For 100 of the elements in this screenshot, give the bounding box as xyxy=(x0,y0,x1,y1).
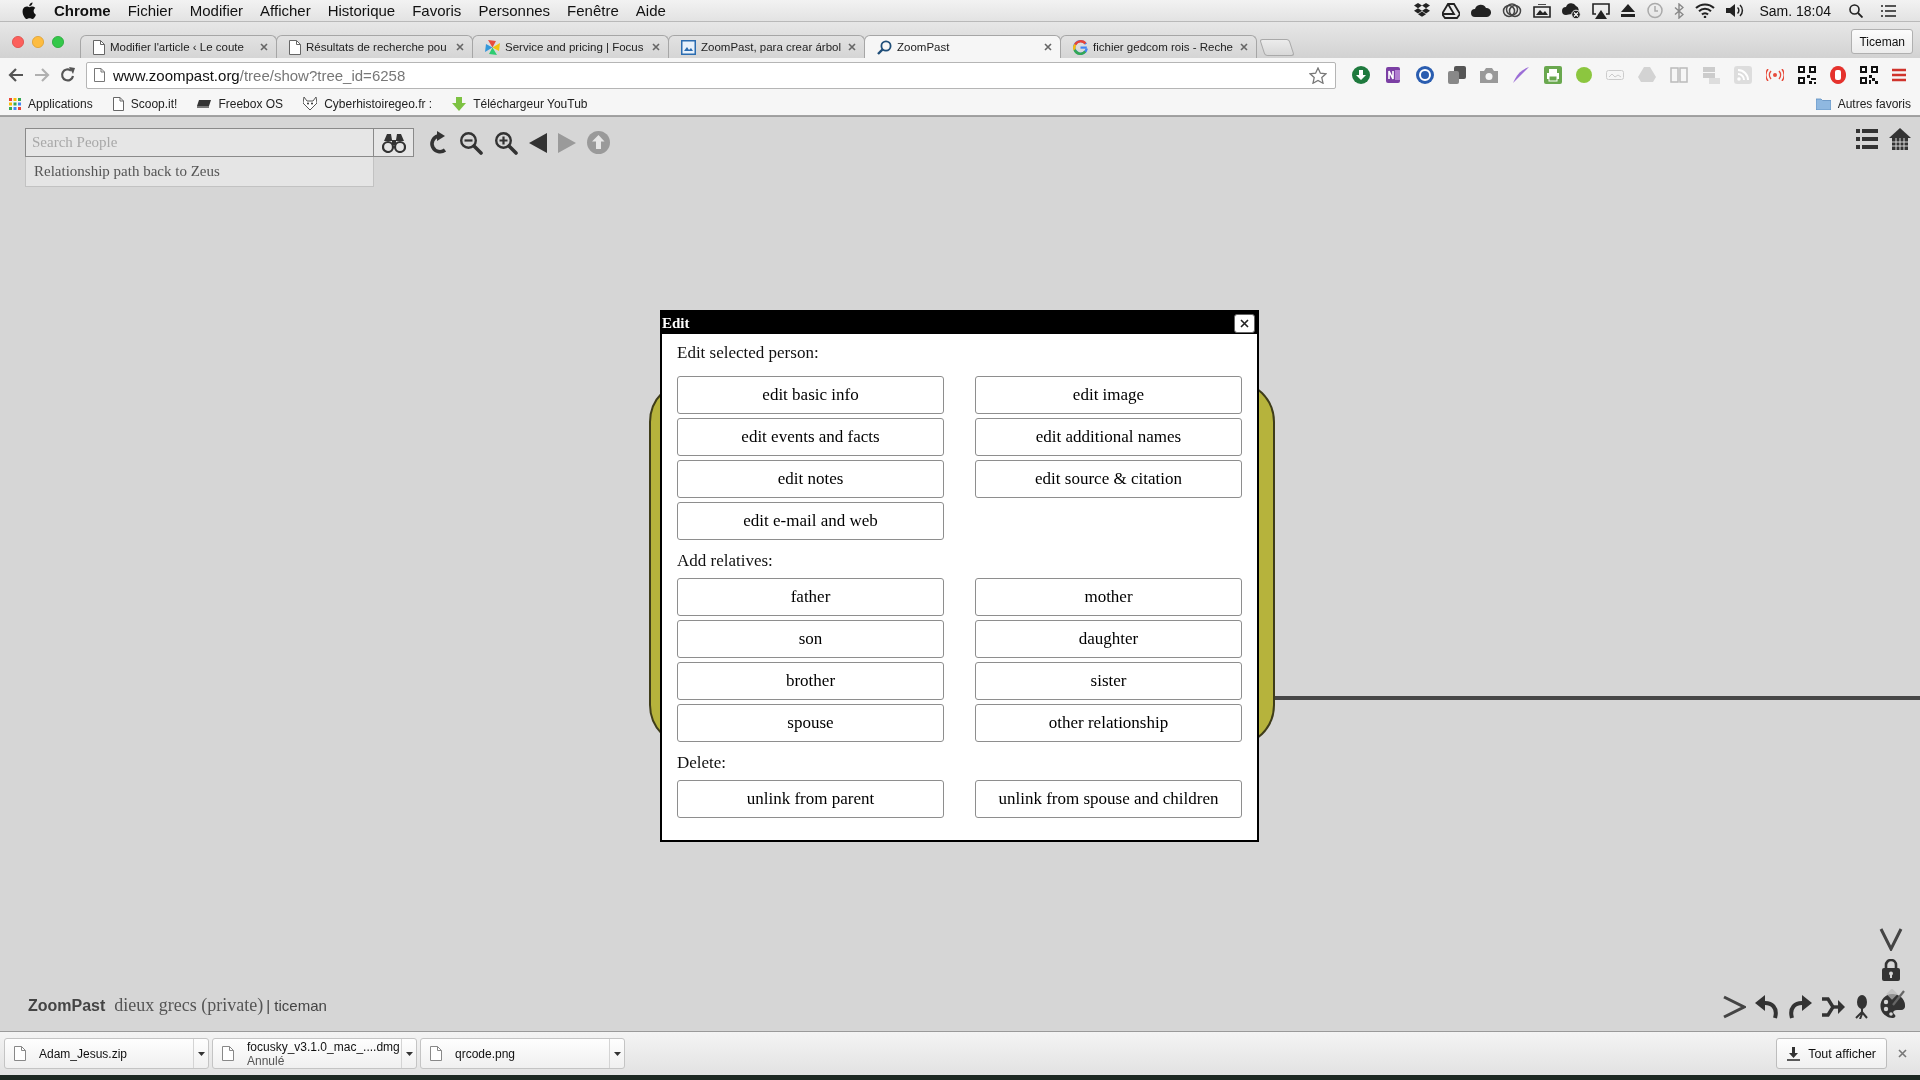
action-button[interactable]: other relationship xyxy=(975,704,1242,742)
reload-icon[interactable] xyxy=(60,67,76,83)
action-button[interactable]: edit notes xyxy=(677,460,944,498)
section-heading: Edit selected person: xyxy=(677,342,820,364)
search-button[interactable] xyxy=(374,128,414,157)
file-icon xyxy=(430,1046,442,1061)
action-button[interactable]: unlink from parent xyxy=(677,780,944,818)
app-menu[interactable]: Chrome xyxy=(54,0,111,21)
close-icon xyxy=(1240,318,1249,328)
document-stack-icon xyxy=(1448,66,1466,84)
menu-item[interactable]: Personnes xyxy=(478,0,551,21)
caret-icon[interactable] xyxy=(613,1051,621,1056)
action-button[interactable]: edit events and facts xyxy=(677,418,944,456)
bookmark[interactable]: Applications xyxy=(9,96,93,111)
bluetooth-icon xyxy=(1674,2,1685,19)
tab[interactable]: Modifier l'article ‹ Le coute xyxy=(80,35,277,58)
home-icon[interactable] xyxy=(1889,128,1911,150)
action-button[interactable]: daughter xyxy=(975,620,1242,658)
download-item[interactable]: Adam_Jesus.zip xyxy=(4,1038,209,1069)
tree-name: dieux grecs (private) xyxy=(114,995,264,1016)
close-icon[interactable] xyxy=(652,43,660,51)
apple-logo-icon[interactable] xyxy=(22,2,36,19)
caret-icon[interactable] xyxy=(197,1051,205,1056)
tab[interactable]: ZoomPast, para crear árbol xyxy=(668,35,865,58)
dialog-title: Edit xyxy=(662,314,690,332)
close-icon[interactable] xyxy=(848,43,856,51)
close-icon[interactable] xyxy=(1044,43,1052,51)
tab[interactable]: ZoomPast xyxy=(864,35,1061,58)
back-icon[interactable] xyxy=(8,68,24,82)
action-button[interactable]: son xyxy=(677,620,944,658)
menu-item[interactable]: Fichier xyxy=(127,0,173,21)
stop-hand-icon xyxy=(1830,66,1846,84)
search-field[interactable]: Search People xyxy=(25,128,374,157)
action-button[interactable]: spouse xyxy=(677,704,944,742)
book-icon xyxy=(1670,67,1688,83)
download-item[interactable]: focusky_v3.1.0_mac_....dmg Annulé xyxy=(212,1038,417,1069)
image-tag-icon xyxy=(1606,70,1624,80)
bookmark[interactable]: Scoop.it! xyxy=(112,96,178,111)
menu-item[interactable]: Favoris xyxy=(412,0,462,21)
action-button[interactable]: edit additional names xyxy=(975,418,1242,456)
rings-icon xyxy=(1502,3,1523,18)
action-button[interactable]: father xyxy=(677,578,944,616)
binoculars-icon xyxy=(381,132,406,153)
magnifier-icon xyxy=(877,39,892,55)
zoom-in-icon[interactable] xyxy=(494,130,518,155)
clock[interactable]: Sam. 18:04 xyxy=(1759,2,1831,19)
qr-code-icon xyxy=(1860,66,1878,84)
action-button[interactable]: edit source & citation xyxy=(975,460,1242,498)
window-close-icon[interactable] xyxy=(12,36,24,48)
show-all-button[interactable]: Tout afficher xyxy=(1776,1038,1887,1069)
undo-icon[interactable] xyxy=(1755,995,1779,1019)
zoom-out-icon[interactable] xyxy=(459,130,483,155)
star-icon[interactable] xyxy=(1309,66,1327,84)
page-icon xyxy=(94,68,105,82)
list-icon[interactable] xyxy=(1856,128,1878,150)
bookmark[interactable]: Freebox OS xyxy=(197,96,284,111)
caret-icon[interactable] xyxy=(405,1051,413,1056)
download-item[interactable]: qrcode.png xyxy=(420,1038,625,1069)
action-button[interactable]: unlink from spouse and children xyxy=(975,780,1242,818)
bookmark[interactable]: Cyberhistoiregeo.fr : xyxy=(303,96,433,111)
tab[interactable]: Service and pricing | Focus xyxy=(472,35,669,58)
chevron-right-icon[interactable] xyxy=(1722,995,1746,1019)
suggestion-item[interactable]: Relationship path back to Zeus xyxy=(25,157,374,187)
redo-icon[interactable] xyxy=(1788,995,1812,1019)
action-button[interactable]: edit image xyxy=(975,376,1242,414)
action-button[interactable]: brother xyxy=(677,662,944,700)
menu-item[interactable]: Fenêtre xyxy=(567,0,619,21)
chevron-down-icon[interactable] xyxy=(1879,927,1903,951)
bookmark[interactable]: Téléchargeur YouTub xyxy=(452,96,588,111)
profile-button[interactable]: Ticeman xyxy=(1851,29,1913,54)
palette-icon[interactable] xyxy=(1879,989,1905,1019)
apps-grid-icon xyxy=(9,97,21,110)
close-icon[interactable] xyxy=(1898,1049,1907,1058)
merge-arrow-icon[interactable] xyxy=(1821,995,1845,1019)
search-icon[interactable] xyxy=(1849,3,1863,18)
tree-icon[interactable] xyxy=(1854,995,1870,1019)
action-button[interactable]: mother xyxy=(975,578,1242,616)
close-icon[interactable] xyxy=(456,43,464,51)
tab[interactable]: Résultats de recherche pou xyxy=(276,35,473,58)
left-arrow-icon[interactable] xyxy=(529,132,547,153)
bookmark-folder[interactable]: Autres favoris xyxy=(1815,96,1911,111)
close-icon[interactable] xyxy=(1240,43,1248,51)
tab[interactable]: fichier gedcom rois - Reche xyxy=(1060,35,1257,58)
menu-item[interactable]: Aide xyxy=(635,0,666,21)
action-button[interactable]: edit basic info xyxy=(677,376,944,414)
file-icon xyxy=(14,1046,26,1061)
refresh-icon[interactable] xyxy=(428,130,448,155)
close-button[interactable] xyxy=(1234,313,1255,333)
cloud-icon xyxy=(1471,4,1492,17)
action-button[interactable]: sister xyxy=(975,662,1242,700)
menu-item[interactable]: Historique xyxy=(327,0,396,21)
menu-item[interactable]: Afficher xyxy=(260,0,311,21)
menu-icon[interactable] xyxy=(1892,68,1906,82)
menu-item[interactable]: Modifier xyxy=(189,0,244,21)
lock-icon[interactable] xyxy=(1882,959,1900,981)
list-icon[interactable] xyxy=(1881,4,1896,17)
address-field[interactable]: www.zoompast.org/tree/show?tree_id=6258 xyxy=(86,61,1336,89)
qr-code-icon xyxy=(1798,66,1816,84)
close-icon[interactable] xyxy=(260,43,268,51)
action-button[interactable]: edit e-mail and web xyxy=(677,502,944,540)
